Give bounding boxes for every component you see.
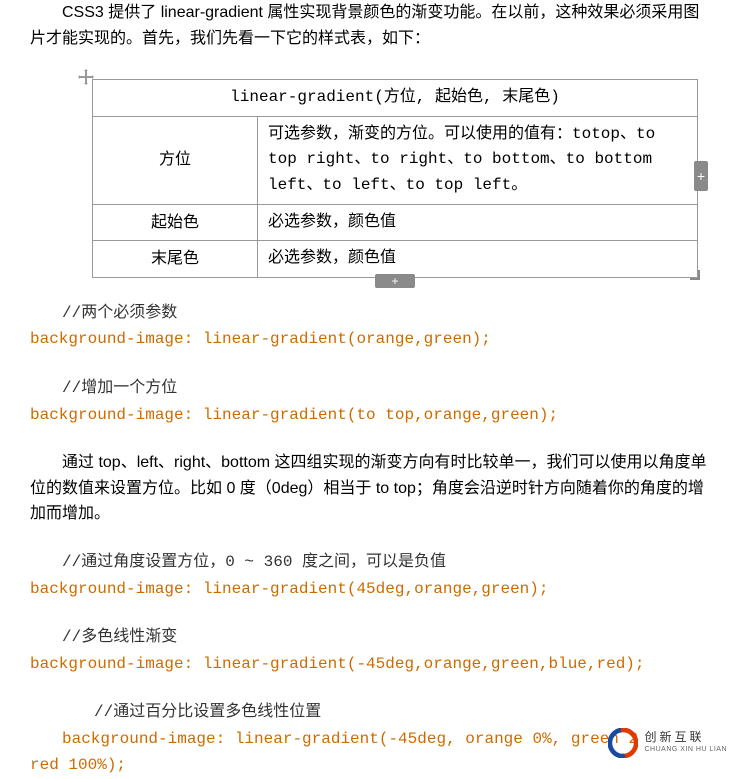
code-block: //两个必须参数 background-image: linear-gradie… <box>30 300 707 353</box>
article-body: CSS3 提供了 linear-gradient 属性实现背景颜色的渐变功能。在… <box>0 0 737 779</box>
add-column-icon[interactable]: + <box>694 161 708 191</box>
param-desc-cell: 必选参数，颜色值 <box>258 204 698 241</box>
logo-subtext: CHUANG XIN HU LIAN <box>644 744 727 755</box>
param-name-cell: 方位 <box>93 116 258 204</box>
code-comment: //增加一个方位 <box>62 379 177 397</box>
code-line: background-image: linear-gradient(orange… <box>30 330 491 348</box>
code-comment: //两个必须参数 <box>62 304 177 322</box>
logo-text-wrap: 创新互联 CHUANG XIN HU LIAN <box>644 731 727 755</box>
table-widget: linear-gradient(方位, 起始色, 末尾色) 方位 可选参数，渐变… <box>92 79 698 278</box>
param-desc-cell: 必选参数，颜色值 <box>258 241 698 278</box>
code-comment: //通过角度设置方位，0 ~ 360 度之间，可以是负值 <box>62 553 446 571</box>
code-block: //多色线性渐变 background-image: linear-gradie… <box>30 624 707 677</box>
code-block: //通过角度设置方位，0 ~ 360 度之间，可以是负值 background-… <box>30 549 707 602</box>
code-line: red 100%); <box>30 756 126 774</box>
syntax-table: linear-gradient(方位, 起始色, 末尾色) 方位 可选参数，渐变… <box>92 79 698 278</box>
logo-icon <box>608 728 638 758</box>
code-line: background-image: linear-gradient(to top… <box>30 406 558 424</box>
brand-logo: 创新互联 CHUANG XIN HU LIAN <box>608 728 727 758</box>
explain-paragraph: 通过 top、left、right、bottom 这四组实现的渐变方向有时比较单… <box>30 450 707 527</box>
move-handle-icon[interactable] <box>78 69 94 85</box>
code-block: //通过百分比设置多色线性位置 background-image: linear… <box>30 699 707 779</box>
code-comment: //多色线性渐变 <box>62 628 177 646</box>
param-name-cell: 起始色 <box>93 204 258 241</box>
code-comment: //通过百分比设置多色线性位置 <box>94 703 321 721</box>
param-name-cell: 末尾色 <box>93 241 258 278</box>
table-row: 方位 可选参数，渐变的方位。可以使用的值有：totop、to top right… <box>93 116 698 204</box>
table-row: 末尾色 必选参数，颜色值 <box>93 241 698 278</box>
intro-paragraph: CSS3 提供了 linear-gradient 属性实现背景颜色的渐变功能。在… <box>30 0 707 51</box>
param-desc-cell: 可选参数，渐变的方位。可以使用的值有：totop、to top right、to… <box>258 116 698 204</box>
logo-text: 创新互联 <box>644 731 727 744</box>
table-row: 起始色 必选参数，颜色值 <box>93 204 698 241</box>
table-header-cell: linear-gradient(方位, 起始色, 末尾色) <box>93 80 698 117</box>
add-row-icon[interactable]: + <box>375 274 415 288</box>
code-line: background-image: linear-gradient(-45deg… <box>62 730 638 748</box>
code-line: background-image: linear-gradient(-45deg… <box>30 655 645 673</box>
table-row: linear-gradient(方位, 起始色, 末尾色) <box>93 80 698 117</box>
resize-handle-icon[interactable] <box>688 268 700 280</box>
code-line: background-image: linear-gradient(45deg,… <box>30 580 548 598</box>
code-block: //增加一个方位 background-image: linear-gradie… <box>30 375 707 428</box>
